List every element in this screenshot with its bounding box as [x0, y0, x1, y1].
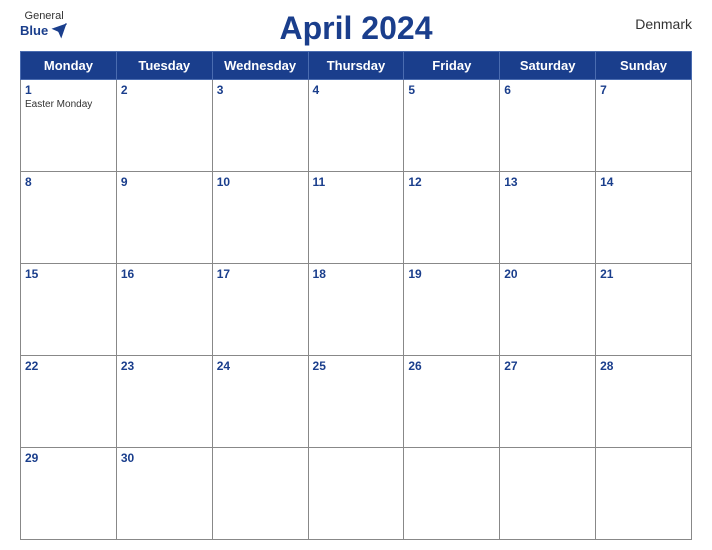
- day-number: 28: [600, 359, 687, 373]
- day-number: 19: [408, 267, 495, 281]
- calendar-cell: 21: [596, 264, 692, 356]
- calendar-cell: 12: [404, 172, 500, 264]
- calendar-cell: 20: [500, 264, 596, 356]
- day-number: 3: [217, 83, 304, 97]
- day-number: 1: [25, 83, 112, 97]
- calendar-cell: 29: [21, 448, 117, 540]
- calendar-cell: 8: [21, 172, 117, 264]
- calendar-cell: 24: [212, 356, 308, 448]
- calendar-week-row: 89 10 11 12 13 14: [21, 172, 692, 264]
- calendar-cell: [212, 448, 308, 540]
- day-number: 27: [504, 359, 591, 373]
- month-title: April 2024: [280, 10, 433, 47]
- calendar-cell: 16: [116, 264, 212, 356]
- weekday-header-thursday: Thursday: [308, 52, 404, 80]
- calendar-cell: 17: [212, 264, 308, 356]
- day-number: 29: [25, 451, 112, 465]
- logo-bird-icon: [50, 22, 68, 40]
- calendar-cell: 22: [21, 356, 117, 448]
- calendar-cell: 7: [596, 80, 692, 172]
- weekday-header-monday: Monday: [21, 52, 117, 80]
- weekday-header-wednesday: Wednesday: [212, 52, 308, 80]
- calendar-cell: 25: [308, 356, 404, 448]
- calendar-cell: 1 Easter Monday: [21, 80, 117, 172]
- day-number: 6: [504, 83, 591, 97]
- day-number: 8: [25, 175, 112, 189]
- calendar-week-row: 22 23 24 25 26 27 28: [21, 356, 692, 448]
- day-number: 15: [25, 267, 112, 281]
- logo-blue-text: Blue: [20, 24, 48, 38]
- calendar-table: MondayTuesdayWednesdayThursdayFridaySatu…: [20, 51, 692, 540]
- day-number: 26: [408, 359, 495, 373]
- day-number: 4: [313, 83, 400, 97]
- calendar-cell: 14: [596, 172, 692, 264]
- day-number: 2: [121, 83, 208, 97]
- day-number: 13: [504, 175, 591, 189]
- day-number: 10: [217, 175, 304, 189]
- calendar-week-row: 29 30: [21, 448, 692, 540]
- calendar-cell: [500, 448, 596, 540]
- day-number: 16: [121, 267, 208, 281]
- weekday-header-friday: Friday: [404, 52, 500, 80]
- calendar-cell: 30: [116, 448, 212, 540]
- calendar-cell: 6: [500, 80, 596, 172]
- calendar-cell: 13: [500, 172, 596, 264]
- calendar-cell: 10: [212, 172, 308, 264]
- calendar-header: General Blue April 2024 Denmark: [20, 10, 692, 47]
- calendar-cell: 23: [116, 356, 212, 448]
- calendar-cell: 27: [500, 356, 596, 448]
- day-number: 22: [25, 359, 112, 373]
- day-number: 7: [600, 83, 687, 97]
- day-number: 21: [600, 267, 687, 281]
- logo: General Blue: [20, 10, 68, 40]
- day-number: 17: [217, 267, 304, 281]
- weekday-header-row: MondayTuesdayWednesdayThursdayFridaySatu…: [21, 52, 692, 80]
- calendar-week-row: 15 16 17 18 19 20 21: [21, 264, 692, 356]
- calendar-cell: 11: [308, 172, 404, 264]
- day-number: 24: [217, 359, 304, 373]
- calendar-cell: [404, 448, 500, 540]
- day-number: 18: [313, 267, 400, 281]
- day-number: 14: [600, 175, 687, 189]
- calendar-cell: 26: [404, 356, 500, 448]
- weekday-header-sunday: Sunday: [596, 52, 692, 80]
- calendar-cell: [596, 448, 692, 540]
- weekday-header-tuesday: Tuesday: [116, 52, 212, 80]
- day-number: 9: [121, 175, 208, 189]
- calendar-cell: [308, 448, 404, 540]
- calendar-cell: 9: [116, 172, 212, 264]
- calendar-cell: 4: [308, 80, 404, 172]
- calendar-cell: 3: [212, 80, 308, 172]
- day-number: 30: [121, 451, 208, 465]
- day-number: 20: [504, 267, 591, 281]
- day-number: 5: [408, 83, 495, 97]
- day-event: Easter Monday: [25, 99, 112, 110]
- calendar-cell: 5: [404, 80, 500, 172]
- day-number: 12: [408, 175, 495, 189]
- calendar-cell: 2: [116, 80, 212, 172]
- calendar-cell: 18: [308, 264, 404, 356]
- day-number: 23: [121, 359, 208, 373]
- logo-general-text: General: [25, 10, 64, 22]
- calendar-cell: 28: [596, 356, 692, 448]
- calendar-cell: 15: [21, 264, 117, 356]
- country-label: Denmark: [635, 16, 692, 32]
- calendar-week-row: 1 Easter Monday 234567: [21, 80, 692, 172]
- calendar-cell: 19: [404, 264, 500, 356]
- day-number: 11: [313, 175, 400, 189]
- day-number: 25: [313, 359, 400, 373]
- weekday-header-saturday: Saturday: [500, 52, 596, 80]
